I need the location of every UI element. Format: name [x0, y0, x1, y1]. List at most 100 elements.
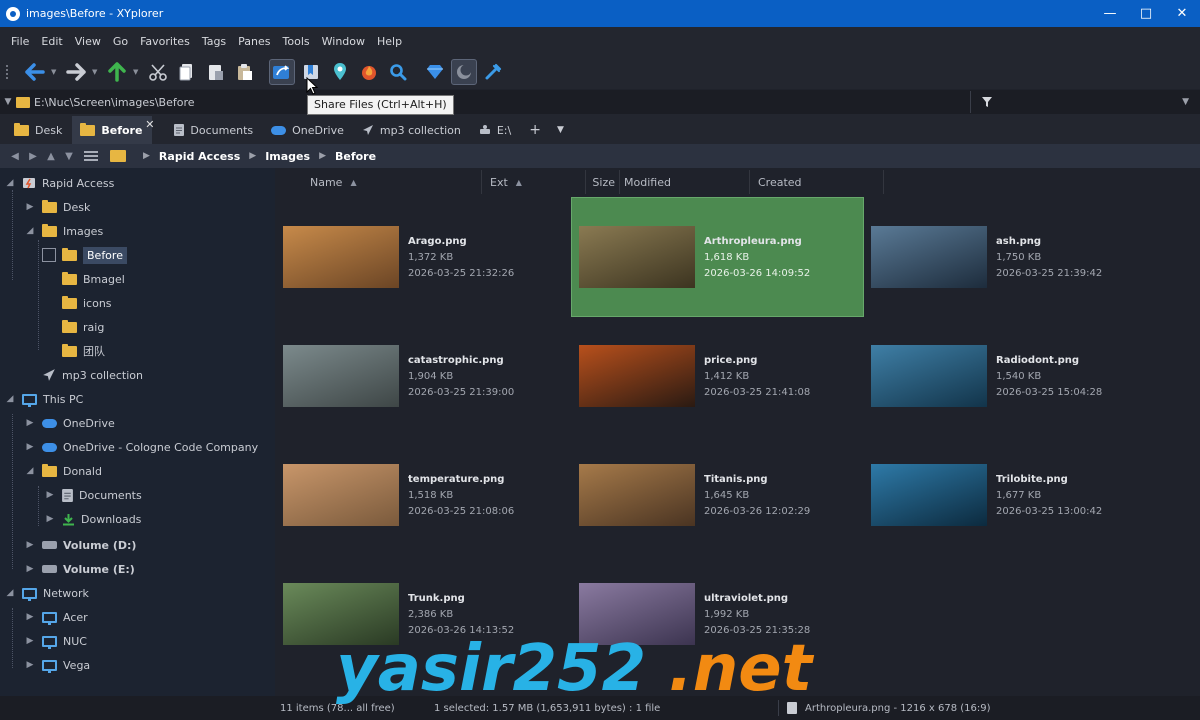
tree-item-rapid-access[interactable]: ◢ Rapid Access — [4, 172, 115, 194]
share-files-button[interactable] — [269, 59, 295, 85]
menu-favorites[interactable]: Favorites — [134, 35, 196, 48]
live-filter-box[interactable]: ▼ — [975, 91, 1193, 113]
column-size[interactable]: Size — [586, 170, 620, 194]
tab-desk[interactable]: Desk — [6, 116, 72, 144]
tree-item-vega[interactable]: ▶ Vega — [24, 654, 90, 676]
tree-item-folder-cn[interactable]: 团队 — [62, 340, 105, 362]
column-created[interactable]: Created — [750, 170, 884, 194]
diamond-button[interactable] — [422, 59, 448, 85]
forward-button[interactable] — [63, 59, 89, 85]
address-history-dropdown-icon[interactable]: ▼ — [0, 97, 16, 107]
menu-tools[interactable]: Tools — [277, 35, 316, 48]
menu-edit[interactable]: Edit — [35, 35, 68, 48]
collapse-icon[interactable]: ◢ — [4, 178, 16, 188]
cut-button[interactable] — [145, 59, 171, 85]
expand-icon[interactable]: ▶ — [24, 442, 36, 452]
tree-item-donald[interactable]: ◢ Donald — [24, 460, 102, 482]
tree-item-downloads[interactable]: ▶ Downloads — [44, 508, 142, 530]
tree-item-raig[interactable]: raig — [62, 316, 104, 338]
back-button[interactable] — [22, 59, 48, 85]
address-input[interactable]: E:\Nuc\Screen\images\Before — [34, 96, 966, 109]
tree-item-documents[interactable]: ▶ Documents — [44, 484, 142, 506]
copy-button[interactable] — [174, 59, 200, 85]
expand-icon[interactable]: ▶ — [24, 418, 36, 428]
collapse-icon[interactable]: ◢ — [4, 394, 16, 404]
file-item[interactable]: Trilobite.png 1,677 KB 2026-03-25 13:00:… — [864, 436, 1155, 554]
expand-icon[interactable]: ▶ — [24, 612, 36, 622]
file-item[interactable]: Arago.png 1,372 KB 2026-03-25 21:32:26 — [276, 198, 567, 316]
tab-before[interactable]: Before ✕ — [72, 116, 154, 144]
paste-special-button[interactable] — [232, 59, 258, 85]
crumb-up-icon[interactable]: ▲ — [42, 151, 60, 162]
file-item[interactable]: Radiodont.png 1,540 KB 2026-03-25 15:04:… — [864, 317, 1155, 435]
expand-icon[interactable]: ▶ — [24, 564, 36, 574]
menu-panes[interactable]: Panes — [232, 35, 276, 48]
toolbar-grip[interactable] — [6, 65, 12, 79]
menu-tags[interactable]: Tags — [196, 35, 232, 48]
crumb-back-icon[interactable]: ◀ — [6, 151, 24, 162]
tab-drive-e[interactable]: E:\ — [471, 116, 521, 144]
file-item[interactable]: Arthropleura.png 1,618 KB 2026-03-26 14:… — [571, 197, 864, 317]
tree-item-icons[interactable]: icons — [62, 292, 112, 314]
tree-item-nuc[interactable]: ▶ NUC — [24, 630, 87, 652]
search-button[interactable] — [385, 59, 411, 85]
tree-item-images[interactable]: ◢ Images — [24, 220, 103, 242]
tab-mp3-collection[interactable]: mp3 collection — [354, 116, 471, 144]
file-item[interactable]: price.png 1,412 KB 2026-03-25 21:41:08 — [572, 317, 863, 435]
expand-icon[interactable]: ▶ — [24, 540, 36, 550]
expand-icon[interactable]: ▶ — [44, 514, 56, 524]
tree-item-mp3-collection[interactable]: mp3 collection — [42, 364, 143, 386]
tree-item-onedrive-company[interactable]: ▶ OneDrive - Cologne Code Company — [24, 436, 259, 458]
forward-dropdown-icon[interactable]: ▼ — [92, 68, 99, 76]
file-item[interactable]: temperature.png 1,518 KB 2026-03-25 21:0… — [276, 436, 567, 554]
column-name[interactable]: Name ▲ — [276, 170, 482, 194]
tools-button[interactable] — [480, 59, 506, 85]
collapse-icon[interactable]: ◢ — [24, 226, 36, 236]
menu-file[interactable]: File — [5, 35, 35, 48]
back-dropdown-icon[interactable]: ▼ — [51, 68, 58, 76]
collapse-icon[interactable]: ◢ — [4, 588, 16, 598]
minimize-button[interactable]: — — [1092, 0, 1128, 27]
tab-documents[interactable]: Documents — [166, 116, 263, 144]
tree-item-this-pc[interactable]: ◢ This PC — [4, 388, 83, 410]
menu-window[interactable]: Window — [316, 35, 371, 48]
crumb-forward-icon[interactable]: ▶ — [24, 151, 42, 162]
list-icon[interactable] — [84, 151, 98, 161]
file-item[interactable]: ash.png 1,750 KB 2026-03-25 21:39:42 — [864, 198, 1155, 316]
column-ext[interactable]: Ext ▲ — [482, 170, 586, 194]
tree-item-bmagel[interactable]: Bmagel — [62, 268, 125, 290]
file-item[interactable]: Titanis.png 1,645 KB 2026-03-26 12:02:29 — [572, 436, 863, 554]
tree-item-volume-d[interactable]: ▶ Volume (D:) — [24, 534, 137, 556]
location-button[interactable] — [327, 59, 353, 85]
burn-button[interactable] — [356, 59, 382, 85]
file-item[interactable]: catastrophic.png 1,904 KB 2026-03-25 21:… — [276, 317, 567, 435]
up-dropdown-icon[interactable]: ▼ — [133, 68, 140, 76]
checkbox[interactable] — [42, 248, 56, 262]
expand-icon[interactable]: ▶ — [24, 660, 36, 670]
column-modified[interactable]: Modified — [620, 170, 750, 194]
menu-go[interactable]: Go — [107, 35, 134, 48]
expand-icon[interactable]: ▶ — [44, 490, 56, 500]
filter-dropdown-icon[interactable]: ▼ — [1182, 97, 1189, 107]
crumb-history-icon[interactable]: ▼ — [60, 151, 78, 162]
expand-icon[interactable]: ▶ — [24, 636, 36, 646]
tree-item-onedrive[interactable]: ▶ OneDrive — [24, 412, 115, 434]
menu-help[interactable]: Help — [371, 35, 408, 48]
paste-button[interactable] — [203, 59, 229, 85]
up-button[interactable] — [104, 59, 130, 85]
tree-item-desk[interactable]: ▶ Desk — [24, 196, 90, 218]
collapse-icon[interactable]: ◢ — [24, 466, 36, 476]
expand-icon[interactable]: ▶ — [24, 202, 36, 212]
dark-mode-button[interactable] — [451, 59, 477, 85]
tab-close-icon[interactable]: ✕ — [145, 118, 154, 131]
tab-list-dropdown-icon[interactable]: ▼ — [549, 116, 572, 144]
new-tab-button[interactable]: + — [521, 116, 549, 144]
maximize-button[interactable]: □ — [1128, 0, 1164, 27]
menu-view[interactable]: View — [69, 35, 107, 48]
tree-item-volume-e[interactable]: ▶ Volume (E:) — [24, 558, 135, 580]
tree-item-network[interactable]: ◢ Network — [4, 582, 89, 604]
close-button[interactable]: ✕ — [1164, 0, 1200, 27]
tab-onedrive[interactable]: OneDrive — [263, 116, 354, 144]
tree-item-before[interactable]: Before — [42, 244, 127, 266]
breadcrumb-rapid-access[interactable]: Rapid Access — [159, 150, 240, 163]
